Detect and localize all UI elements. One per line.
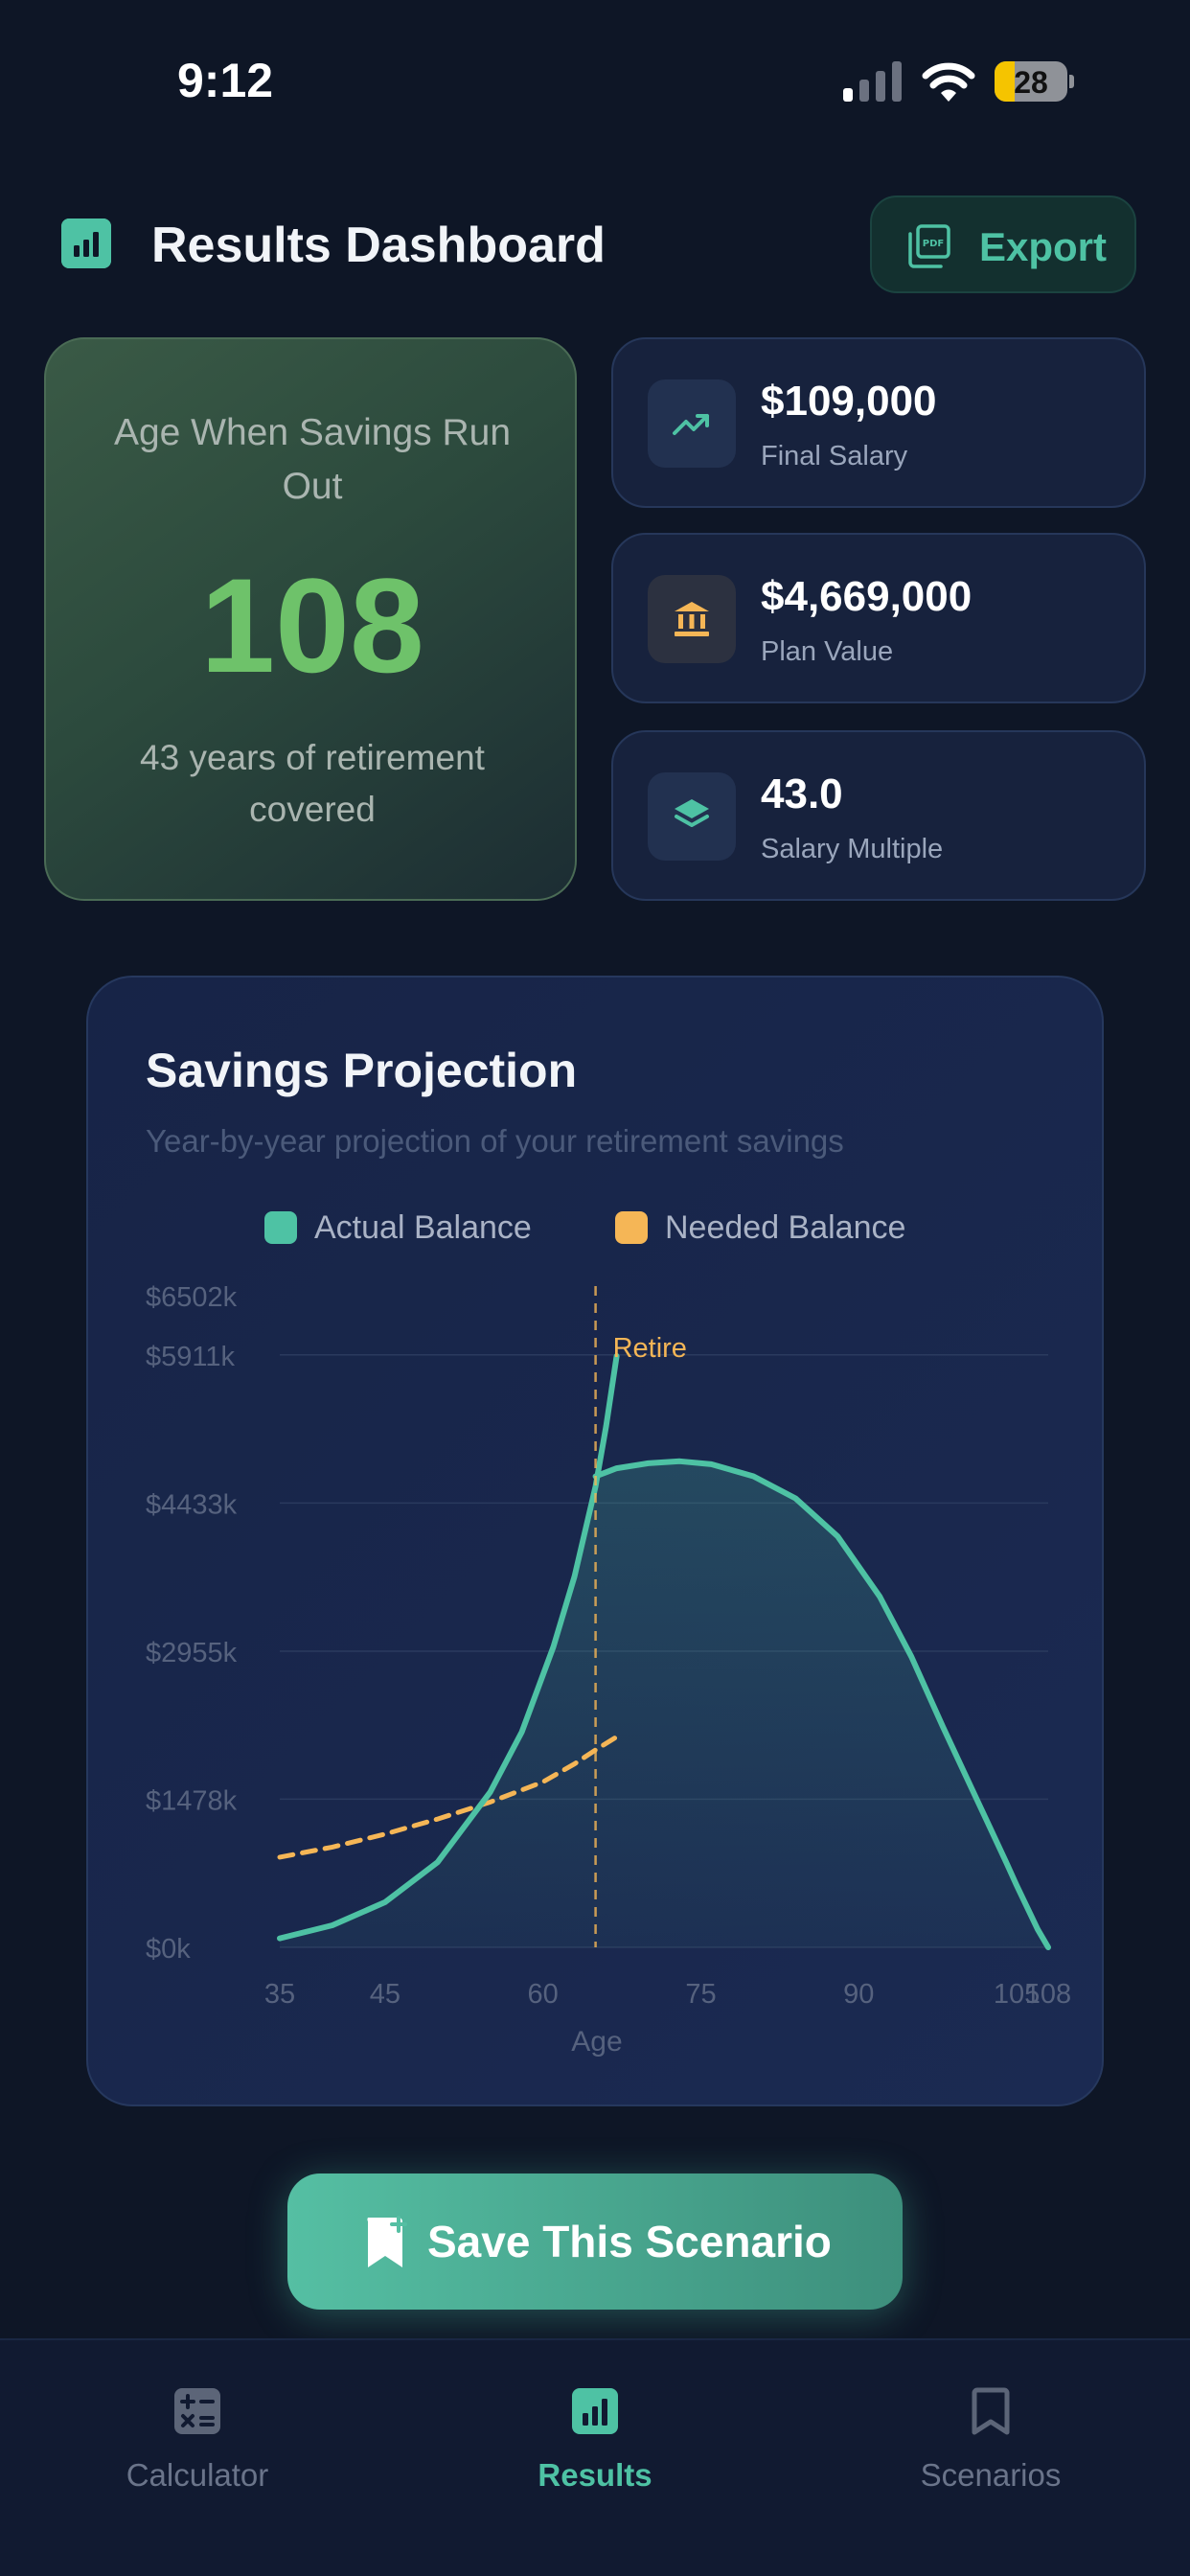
age-card-label: Age When Savings Run Out — [113, 412, 512, 507]
age-when-savings-run-out-card: Age When Savings Run Out 108 43 years of… — [44, 337, 577, 901]
export-label: Export — [979, 224, 1108, 269]
wifi-icon — [922, 62, 975, 102]
layers-icon — [675, 799, 709, 827]
tab-scenarios-label: Scenarios — [920, 2457, 1062, 2493]
plan-value-label: Plan Value — [761, 636, 894, 667]
y-tick-label: $6502k — [146, 1282, 238, 1313]
actual-balance-area — [595, 1460, 1048, 1947]
x-tick-label: 60 — [528, 1979, 559, 2010]
status-bar: 9:12 28 — [0, 0, 1190, 144]
bookmark-plus-icon — [367, 2216, 407, 2267]
actual-balance-area — [280, 1485, 596, 1947]
x-tick-label: 45 — [370, 1979, 400, 2010]
signal-icon — [843, 61, 902, 102]
salary-multiple-label: Salary Multiple — [761, 834, 944, 864]
plan-value-value: $4,669,000 — [761, 573, 973, 620]
x-tick-label: 35 — [264, 1979, 295, 2010]
final-salary-value: $109,000 — [761, 378, 937, 425]
savings-projection-card: Savings Projection Year-by-year projecti… — [86, 976, 1104, 2106]
x-tick-label: 90 — [843, 1979, 874, 2010]
tab-results-label: Results — [538, 2457, 652, 2493]
tab-results[interactable]: Results — [451, 2367, 739, 2493]
x-tick-label: 75 — [685, 1979, 716, 2010]
bank-icon — [675, 602, 709, 636]
page-title: Results Dashboard — [151, 218, 606, 273]
save-scenario-label: Save This Scenario — [427, 2217, 832, 2266]
salary-multiple-card: 43.0 Salary Multiple — [611, 730, 1146, 901]
tab-calculator[interactable]: Calculator — [54, 2367, 341, 2493]
pdf-icon: PDF — [908, 224, 950, 268]
y-tick-label: $2955k — [146, 1638, 238, 1668]
x-axis-label: Age — [571, 2026, 622, 2058]
stat-icon-box — [648, 772, 736, 861]
tab-scenarios[interactable]: Scenarios — [847, 2367, 1134, 2493]
plan-value-card: $4,669,000 Plan Value — [611, 533, 1146, 703]
tab-bar: Calculator Results Scenarios — [0, 2338, 1190, 2576]
x-tick-label: 108 — [1025, 1979, 1071, 2010]
battery-level: 28 — [1014, 65, 1048, 100]
results-icon — [572, 2388, 618, 2434]
bar-chart-icon — [61, 218, 111, 268]
calculator-icon — [174, 2388, 220, 2434]
age-card-subtitle: 43 years of retirement covered — [140, 738, 485, 829]
tab-calculator-label: Calculator — [126, 2457, 269, 2493]
y-tick-label: $4433k — [146, 1489, 238, 1520]
y-tick-label: $1478k — [146, 1785, 238, 1816]
y-tick-label: $5911k — [146, 1342, 235, 1372]
retire-marker-label: Retire — [613, 1333, 687, 1364]
stat-icon-box — [648, 380, 736, 468]
final-salary-card: $109,000 Final Salary — [611, 337, 1146, 508]
battery-indicator: 28 — [995, 61, 1074, 102]
stat-icon-box — [648, 575, 736, 663]
battery-tip — [1069, 75, 1074, 88]
savings-projection-chart: $0k $1478k $2955k $4433k $5911k $6502k 35 45 60 7… — [146, 1282, 1071, 2058]
y-tick-label: $0k — [146, 1934, 191, 1965]
trending-up-icon — [673, 414, 709, 435]
final-salary-label: Final Salary — [761, 441, 908, 472]
age-card-value: 108 — [200, 550, 424, 701]
battery-body: 28 — [995, 61, 1067, 102]
export-button[interactable]: PDF Export — [870, 196, 1136, 293]
svg-text:PDF: PDF — [923, 239, 944, 249]
salary-multiple-value: 43.0 — [761, 770, 843, 817]
bookmark-icon — [972, 2387, 1010, 2435]
save-scenario-button[interactable]: Save This Scenario — [287, 2174, 903, 2310]
status-time: 9:12 — [177, 54, 274, 107]
